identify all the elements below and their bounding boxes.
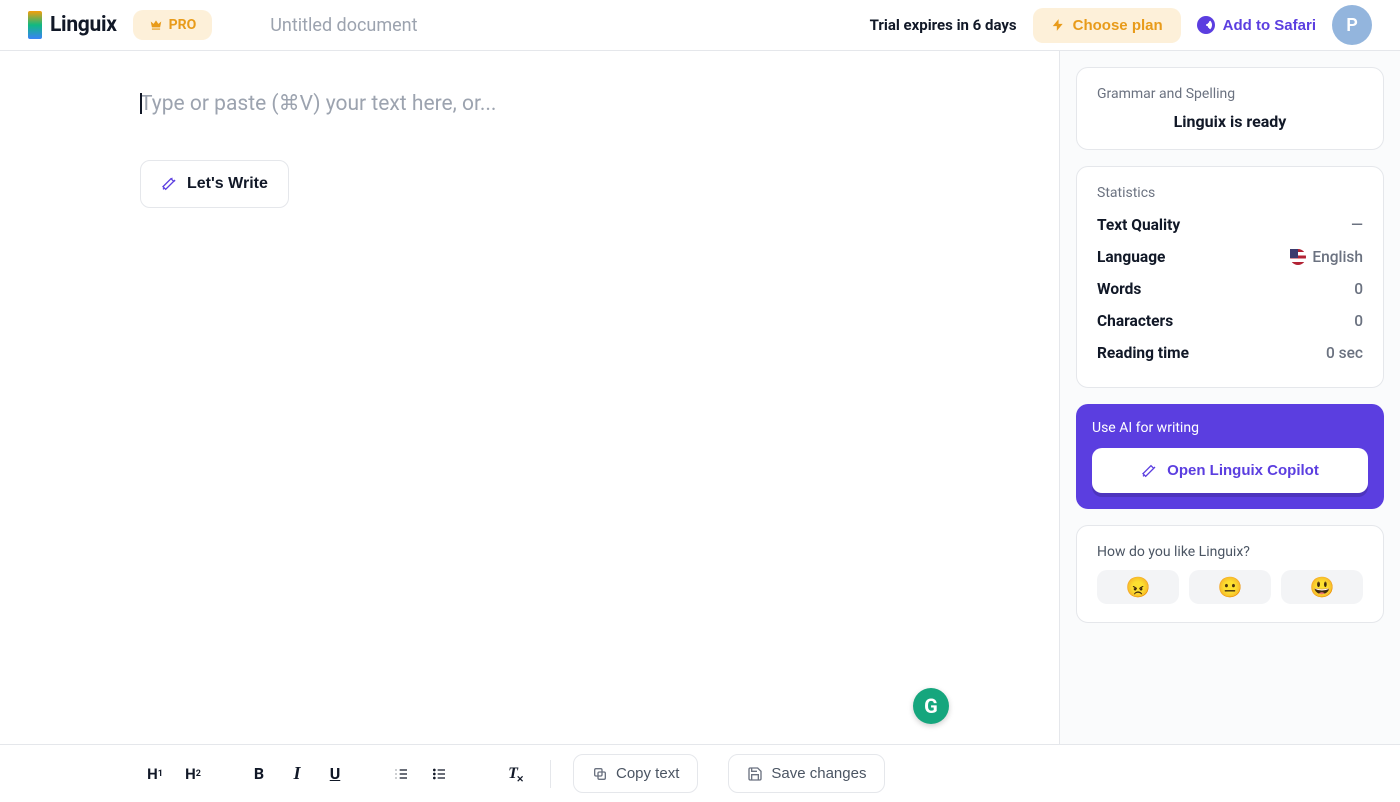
stat-value: 0 sec — [1326, 344, 1363, 362]
statistics-label: Statistics — [1097, 185, 1363, 201]
main: Type or paste (⌘V) your text here, or...… — [0, 51, 1400, 744]
logo[interactable]: Linguix — [28, 11, 117, 39]
feedback-label: How do you like Linguix? — [1097, 544, 1363, 560]
feedback-buttons: 😠 😐 😃 — [1097, 570, 1363, 604]
save-changes-button[interactable]: Save changes — [728, 754, 885, 793]
stat-text-quality: Text Quality — — [1097, 209, 1363, 241]
feedback-bad-button[interactable]: 😠 — [1097, 570, 1179, 604]
choose-plan-label: Choose plan — [1073, 17, 1163, 34]
magic-wand-icon — [1141, 463, 1157, 479]
copilot-button-label: Open Linguix Copilot — [1167, 462, 1319, 479]
editor-area[interactable]: Type or paste (⌘V) your text here, or...… — [0, 51, 1060, 744]
pro-badge-label: PRO — [169, 17, 197, 33]
bottom-toolbar: H1 H2 B I U T✕ Copy text Save changes — [0, 744, 1400, 802]
underline-button[interactable]: U — [320, 759, 350, 789]
save-icon — [747, 766, 763, 782]
choose-plan-button[interactable]: Choose plan — [1033, 8, 1181, 43]
ai-card-label: Use AI for writing — [1092, 420, 1368, 436]
stat-words: Words 0 — [1097, 273, 1363, 305]
header: Linguix PRO Untitled document Trial expi… — [0, 0, 1400, 51]
copy-icon — [592, 766, 608, 782]
heading2-button[interactable]: H2 — [178, 759, 208, 789]
crown-icon — [149, 18, 163, 32]
right-panel: Grammar and Spelling Linguix is ready St… — [1060, 51, 1400, 744]
pro-badge[interactable]: PRO — [133, 10, 213, 40]
stat-language[interactable]: Language English — [1097, 241, 1363, 273]
lets-write-label: Let's Write — [187, 175, 268, 193]
grammarly-badge[interactable]: G — [913, 688, 949, 724]
avatar[interactable]: P — [1332, 5, 1372, 45]
stat-value: 0 — [1354, 280, 1363, 298]
stat-label: Language — [1097, 248, 1165, 266]
stat-value: — — [1351, 216, 1363, 234]
editor-placeholder-text: Type or paste (⌘V) your text here, or... — [140, 92, 496, 116]
grammar-card-label: Grammar and Spelling — [1097, 86, 1363, 102]
stat-label: Text Quality — [1097, 216, 1180, 234]
toolbar-separator — [550, 760, 551, 788]
bold-button[interactable]: B — [244, 759, 274, 789]
logo-text: Linguix — [50, 13, 117, 37]
stat-value: English — [1290, 248, 1363, 266]
stat-characters: Characters 0 — [1097, 305, 1363, 337]
editor-placeholder: Type or paste (⌘V) your text here, or... — [140, 91, 1059, 116]
statistics-card: Statistics Text Quality — Language Engli… — [1076, 166, 1384, 388]
stat-label: Reading time — [1097, 344, 1189, 362]
feedback-neutral-button[interactable]: 😐 — [1189, 570, 1271, 604]
lets-write-button[interactable]: Let's Write — [140, 160, 289, 208]
copy-text-label: Copy text — [616, 765, 679, 782]
save-changes-label: Save changes — [771, 765, 866, 782]
clear-formatting-button[interactable]: T✕ — [498, 759, 528, 789]
open-copilot-button[interactable]: Open Linguix Copilot — [1092, 448, 1368, 493]
language-name: English — [1312, 248, 1363, 266]
safari-icon — [1197, 16, 1215, 34]
bolt-icon — [1051, 18, 1065, 32]
feedback-good-button[interactable]: 😃 — [1281, 570, 1363, 604]
copy-text-button[interactable]: Copy text — [573, 754, 698, 793]
add-safari-button[interactable]: Add to Safari — [1197, 16, 1316, 34]
stat-value: 0 — [1354, 312, 1363, 330]
grammar-card: Grammar and Spelling Linguix is ready — [1076, 67, 1384, 150]
add-safari-label: Add to Safari — [1223, 17, 1316, 34]
stat-reading-time: Reading time 0 sec — [1097, 337, 1363, 369]
us-flag-icon — [1290, 249, 1306, 265]
feedback-card: How do you like Linguix? 😠 😐 😃 — [1076, 525, 1384, 623]
document-title[interactable]: Untitled document — [270, 15, 417, 36]
trial-text: Trial expires in 6 days — [870, 16, 1017, 34]
grammar-status: Linguix is ready — [1097, 110, 1363, 131]
stat-label: Characters — [1097, 312, 1173, 330]
ordered-list-button[interactable] — [386, 759, 416, 789]
logo-icon — [28, 11, 42, 39]
ai-card: Use AI for writing Open Linguix Copilot — [1076, 404, 1384, 509]
text-cursor — [140, 93, 142, 114]
magic-wand-icon — [161, 176, 177, 192]
italic-button[interactable]: I — [282, 759, 312, 789]
unordered-list-button[interactable] — [424, 759, 454, 789]
heading1-button[interactable]: H1 — [140, 759, 170, 789]
stat-label: Words — [1097, 280, 1141, 298]
